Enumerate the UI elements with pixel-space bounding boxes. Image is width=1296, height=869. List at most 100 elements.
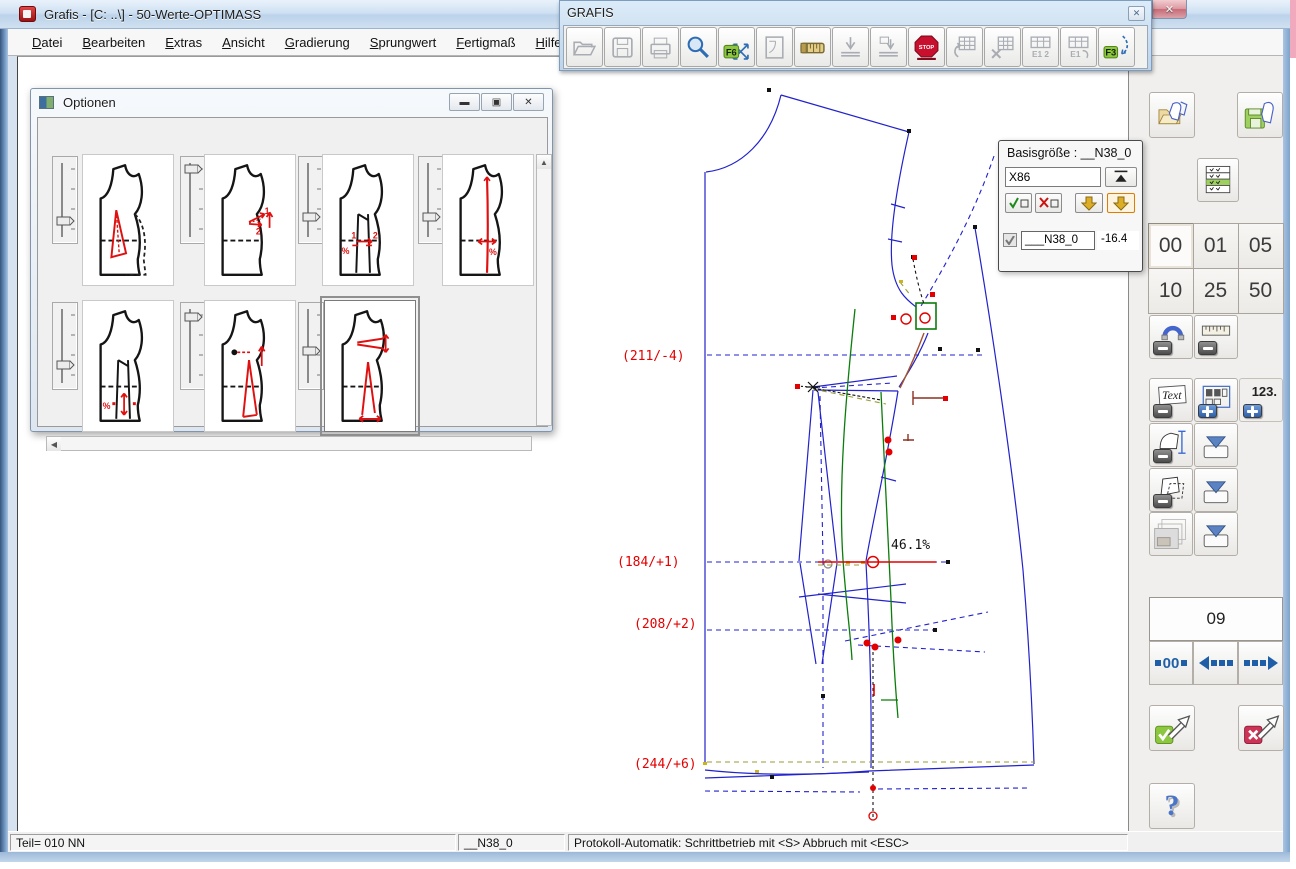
step-size-10-button[interactable]: 10 [1147, 267, 1194, 314]
menu-item-fertigma[interactable]: Fertigmaß [446, 31, 525, 54]
sidebar: 00 01 05 10 25 50 Text 123. 09 00 ? [1128, 56, 1284, 831]
part-list-button[interactable] [1197, 158, 1239, 202]
scroll-up-icon[interactable]: ▲ [537, 155, 551, 169]
size-input[interactable] [1005, 167, 1101, 187]
numbers-add-button[interactable]: 123. [1239, 378, 1283, 422]
grafis-toolbar-titlebar[interactable]: GRAFIS [560, 1, 1151, 25]
option-6-dart-from-point[interactable] [204, 300, 296, 432]
step-size-00-button[interactable]: 00 [1147, 222, 1194, 269]
confirm-button[interactable] [1149, 705, 1195, 751]
insert-measure-alt-button[interactable] [870, 27, 907, 67]
insert-measure-button[interactable] [832, 27, 869, 67]
optionen-vscrollbar[interactable]: ▲ [536, 154, 552, 426]
move-down-button[interactable] [1075, 193, 1103, 213]
piece-measure-button[interactable] [1149, 423, 1193, 467]
zoom-button[interactable] [680, 27, 717, 67]
optionen-maximize-button[interactable]: ▣ [481, 93, 512, 111]
optionen-close-button[interactable]: ✕ [513, 93, 544, 111]
grade-f3-button[interactable]: F3 [1098, 27, 1135, 67]
option-5-slider[interactable] [52, 302, 78, 390]
menu-item-datei[interactable]: Datei [22, 31, 72, 54]
step-size-50-button[interactable]: 50 [1237, 267, 1284, 314]
optionen-hscrollbar[interactable]: ◀ [46, 436, 532, 451]
pattern-outline [704, 94, 1035, 779]
step-back-button[interactable] [1193, 641, 1238, 685]
option-6-slider[interactable] [180, 302, 206, 390]
toolbar-close-icon[interactable]: ✕ [1128, 6, 1145, 21]
check-icon [1005, 235, 1015, 245]
option-3-slider[interactable] [298, 156, 324, 244]
size-row-checkbox[interactable] [1003, 233, 1017, 247]
step-zero-button[interactable]: 00 [1149, 641, 1193, 685]
grade-label-244: (244/+6) [634, 757, 697, 772]
layers-button[interactable] [1149, 512, 1193, 556]
scroll-left-icon[interactable]: ◀ [47, 437, 61, 451]
save-file-button[interactable] [604, 27, 641, 67]
measure-tape-button[interactable] [794, 27, 831, 67]
cancel-button[interactable] [1238, 705, 1284, 751]
table-e12-button[interactable]: E1 2 [1022, 27, 1059, 67]
print-button[interactable] [642, 27, 679, 67]
text-remove-button[interactable]: Text [1149, 378, 1193, 422]
grafis-toolbar-title: GRAFIS [567, 6, 614, 20]
menu-item-gradierung[interactable]: Gradierung [275, 31, 360, 54]
layers-icon [1154, 519, 1186, 549]
open-file-button[interactable] [566, 27, 603, 67]
option-3-panel-shift[interactable]: 1 2 % [322, 154, 414, 286]
basisgroesse-title: Basisgröße : __N38_0 [1007, 146, 1132, 160]
option-4-length-axis[interactable]: % [442, 154, 534, 286]
option-1-slider[interactable] [52, 156, 78, 244]
table-e1x-button[interactable]: E1 [1060, 27, 1097, 67]
fit-view-f6-button[interactable]: F6 [718, 27, 755, 67]
option-5-panel-scale[interactable]: % [82, 300, 174, 432]
add-chip-icon [1243, 404, 1262, 418]
triangle-up-bar-icon [1114, 170, 1128, 182]
option-4-slider[interactable] [418, 156, 444, 244]
remove-chip-icon [1153, 404, 1172, 418]
apply-measure-button[interactable] [1194, 423, 1238, 467]
option-7-slider[interactable] [298, 302, 324, 390]
step-size-05-button[interactable]: 05 [1237, 222, 1284, 269]
apply-layers-button[interactable] [1194, 512, 1238, 556]
open-part-button[interactable] [1149, 92, 1195, 138]
table-delete-button[interactable] [984, 27, 1021, 67]
option-7-dart-combined[interactable] [320, 296, 420, 436]
svg-text:2: 2 [373, 231, 378, 241]
apply-copy-button[interactable] [1194, 468, 1238, 512]
svg-text:F6: F6 [726, 47, 737, 57]
symbols-add-button[interactable] [1194, 378, 1238, 422]
step-forward-button[interactable] [1238, 641, 1283, 685]
save-part-button[interactable] [1237, 92, 1283, 138]
page-preview-button[interactable] [756, 27, 793, 67]
x-box-icon [1038, 197, 1058, 208]
option-1-dart-with-ghost-panel[interactable] [82, 154, 174, 286]
close-button[interactable]: ✕ [1152, 0, 1187, 19]
table-reload-button[interactable] [946, 27, 983, 67]
save-part-icon [1244, 101, 1274, 129]
step-size-01-button[interactable]: 01 [1192, 222, 1239, 269]
optionen-dialog: Optionen ▬ ▣ ✕ ▲ ◀ 1 2 1 2 % % % [30, 88, 553, 451]
svg-text:E1 2: E1 2 [1032, 48, 1049, 58]
magnet-snap-button[interactable] [1149, 315, 1193, 359]
optionen-minimize-button[interactable]: ▬ [449, 93, 480, 111]
option-2-slider[interactable] [180, 156, 206, 244]
app-icon [19, 6, 36, 22]
square-glyph [1181, 660, 1188, 666]
cancel-x-arrow-icon [1244, 715, 1280, 744]
menu-item-extras[interactable]: Extras [155, 31, 212, 54]
menu-item-ansicht[interactable]: Ansicht [212, 31, 275, 54]
step-size-25-button[interactable]: 25 [1192, 267, 1239, 314]
option-2-dart-rotate[interactable]: 1 2 [204, 154, 296, 286]
uncheck-all-button[interactable] [1035, 193, 1062, 213]
menu-item-sprungwert[interactable]: Sprungwert [360, 31, 446, 54]
move-down-active-button[interactable] [1107, 193, 1135, 213]
window-border-bottom [0, 852, 1290, 862]
menu-item-bearbeiten[interactable]: Bearbeiten [72, 31, 155, 54]
piece-copy-button[interactable] [1149, 468, 1193, 512]
check-all-button[interactable] [1005, 193, 1032, 213]
scroll-top-button[interactable] [1105, 167, 1137, 187]
ruler-snap-button[interactable] [1194, 315, 1238, 359]
help-button[interactable]: ? [1149, 783, 1195, 829]
stop-button[interactable]: STOP [908, 27, 945, 67]
square-glyph [1154, 660, 1161, 666]
